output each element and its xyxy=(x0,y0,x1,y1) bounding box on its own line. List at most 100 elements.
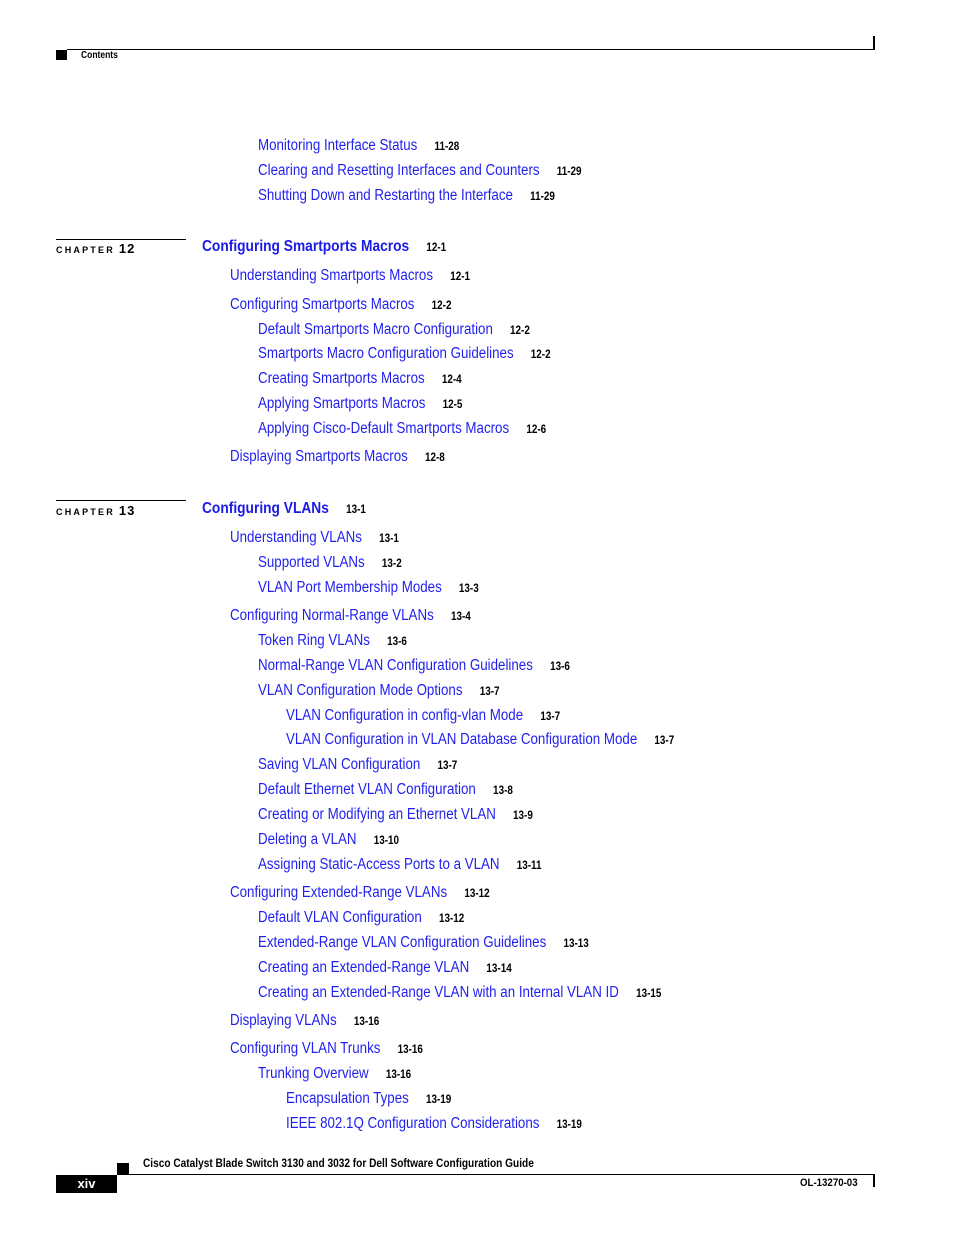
toc-entry[interactable]: VLAN Configuration Mode Options 13-7 xyxy=(258,682,500,701)
toc-entry-link[interactable]: IEEE 802.1Q Configuration Considerations xyxy=(286,1115,539,1132)
toc-entry-link[interactable]: Displaying Smartports Macros xyxy=(230,448,408,465)
footer-tick xyxy=(873,1175,875,1187)
footer-page-number: xiv xyxy=(56,1175,117,1193)
toc-entry-link[interactable]: Encapsulation Types xyxy=(286,1090,409,1107)
toc-entry[interactable]: Creating Smartports Macros 12-4 xyxy=(258,370,462,389)
toc-entry[interactable]: Understanding VLANs 13-1 xyxy=(230,529,399,548)
toc-entry[interactable]: Default VLAN Configuration 13-12 xyxy=(258,909,464,928)
toc-entry[interactable]: Applying Cisco-Default Smartports Macros… xyxy=(258,420,546,439)
toc-page-number: 12-8 xyxy=(424,452,445,464)
toc-page-number: 13-16 xyxy=(397,1044,423,1056)
toc-entry[interactable]: Extended-Range VLAN Configuration Guidel… xyxy=(258,934,589,953)
toc-entry-link[interactable]: Configuring Smartports Macros xyxy=(230,296,414,313)
toc-entry[interactable]: Displaying VLANs 13-16 xyxy=(230,1012,379,1031)
toc-entry[interactable]: Understanding Smartports Macros 12-1 xyxy=(230,267,470,286)
toc-page-number: 13-7 xyxy=(437,760,458,772)
toc-entry-link[interactable]: Displaying VLANs xyxy=(230,1012,337,1029)
toc-entry-link[interactable]: Creating or Modifying an Ethernet VLAN xyxy=(258,806,496,823)
toc-entry[interactable]: VLAN Configuration in VLAN Database Conf… xyxy=(286,731,674,750)
toc-page-number: 13-6 xyxy=(387,636,407,648)
toc-page-number: 12-2 xyxy=(431,300,452,312)
toc-page-number: 13-7 xyxy=(654,735,675,747)
chapter-title-link[interactable]: Configuring Smartports Macros xyxy=(202,238,409,255)
chapter-label: CHAPTER 13 xyxy=(56,503,135,518)
footer-rule xyxy=(117,1174,875,1175)
toc-entry-link[interactable]: Trunking Overview xyxy=(258,1065,369,1082)
toc-entry-link[interactable]: Configuring Normal-Range VLANs xyxy=(230,607,434,624)
toc-entry[interactable]: Creating an Extended-Range VLAN 13-14 xyxy=(258,959,512,978)
toc-entry[interactable]: Default Ethernet VLAN Configuration 13-8 xyxy=(258,781,513,800)
toc-entry-link[interactable]: Normal-Range VLAN Configuration Guidelin… xyxy=(258,657,533,674)
toc-page-number: 12-2 xyxy=(530,349,551,361)
toc-entry[interactable]: Creating or Modifying an Ethernet VLAN 13… xyxy=(258,806,533,825)
toc-entry[interactable]: Smartports Macro Configuration Guideline… xyxy=(258,345,551,364)
chapter-title-entry[interactable]: Configuring VLANs 13-1 xyxy=(202,500,366,519)
toc-entry[interactable]: Supported VLANs 13-2 xyxy=(258,554,402,573)
toc-page-number: 13-1 xyxy=(379,533,399,545)
toc-entry[interactable]: Configuring Smartports Macros 12-2 xyxy=(230,296,451,315)
toc-page-number: 12-2 xyxy=(510,325,530,337)
toc-entry[interactable]: Configuring VLAN Trunks 13-16 xyxy=(230,1040,423,1059)
toc-entry-link[interactable]: Applying Smartports Macros xyxy=(258,395,425,412)
toc-entry-link[interactable]: Saving VLAN Configuration xyxy=(258,756,420,773)
toc-entry-link[interactable]: Creating an Extended-Range VLAN with an … xyxy=(258,984,619,1001)
toc-entry[interactable]: Token Ring VLANs 13-6 xyxy=(258,632,407,651)
toc-entry-link[interactable]: VLAN Configuration in config-vlan Mode xyxy=(286,707,523,724)
toc-entry[interactable]: Shutting Down and Restarting the Interfa… xyxy=(258,187,555,206)
toc-entry-link[interactable]: Configuring VLAN Trunks xyxy=(230,1040,380,1057)
toc-entry[interactable]: Deleting a VLAN 13-10 xyxy=(258,831,399,850)
toc-entry-link[interactable]: Deleting a VLAN xyxy=(258,831,357,848)
toc-entry[interactable]: Trunking Overview 13-16 xyxy=(258,1065,411,1084)
toc-page-number: 13-10 xyxy=(373,835,400,847)
toc-entry[interactable]: Assigning Static-Access Ports to a VLAN 1… xyxy=(258,856,541,875)
toc-entry[interactable]: VLAN Port Membership Modes 13-3 xyxy=(258,579,479,598)
toc-page-number: 13-19 xyxy=(425,1094,452,1106)
toc-entry-link[interactable]: Smartports Macro Configuration Guideline… xyxy=(258,345,514,362)
toc-entry-link[interactable]: Clearing and Resetting Interfaces and Co… xyxy=(258,162,540,179)
toc-entry-link[interactable]: VLAN Configuration in VLAN Database Conf… xyxy=(286,731,637,748)
toc-entry[interactable]: Monitoring Interface Status 11-28 xyxy=(258,137,459,156)
toc-entry-link[interactable]: Assigning Static-Access Ports to a VLAN xyxy=(258,856,500,873)
footer-marker xyxy=(117,1163,129,1174)
toc-entry-link[interactable]: Configuring Extended-Range VLANs xyxy=(230,884,447,901)
toc-entry-link[interactable]: Monitoring Interface Status xyxy=(258,137,417,154)
toc-entry-link[interactable]: Understanding VLANs xyxy=(230,529,362,546)
toc-entry[interactable]: Default Smartports Macro Configuration 12… xyxy=(258,321,530,340)
toc-entry-link[interactable]: Creating Smartports Macros xyxy=(258,370,425,387)
toc-page-number: 13-16 xyxy=(385,1069,412,1081)
chapter-number: 13 xyxy=(118,503,136,518)
chapter-title-link[interactable]: Configuring VLANs xyxy=(202,500,329,517)
chapter-title-entry[interactable]: Configuring Smartports Macros 12-1 xyxy=(202,238,446,257)
toc-page-number: 12-1 xyxy=(426,242,447,254)
toc-page-number: 13-19 xyxy=(556,1119,582,1131)
toc-entry[interactable]: Encapsulation Types 13-19 xyxy=(286,1090,451,1109)
toc-entry[interactable]: Normal-Range VLAN Configuration Guidelin… xyxy=(258,657,570,676)
toc-entry-link[interactable]: Supported VLANs xyxy=(258,554,365,571)
toc-page-number: 12-4 xyxy=(441,374,462,386)
toc-entry[interactable]: Configuring Extended-Range VLANs 13-12 xyxy=(230,884,490,903)
toc-page-number: 11-28 xyxy=(434,141,460,153)
toc-entry-link[interactable]: Understanding Smartports Macros xyxy=(230,267,433,284)
toc-entry-link[interactable]: Token Ring VLANs xyxy=(258,632,370,649)
toc-page-number: 13-6 xyxy=(550,661,570,673)
toc-entry[interactable]: Displaying Smartports Macros 12-8 xyxy=(230,448,445,467)
toc-entry[interactable]: Creating an Extended-Range VLAN with an … xyxy=(258,984,661,1003)
toc-entry-link[interactable]: VLAN Configuration Mode Options xyxy=(258,682,463,699)
toc-entry-link[interactable]: Default Smartports Macro Configuration xyxy=(258,321,493,338)
toc-entry[interactable]: Saving VLAN Configuration 13-7 xyxy=(258,756,457,775)
toc-entry-link[interactable]: Default Ethernet VLAN Configuration xyxy=(258,781,476,798)
toc-entry[interactable]: IEEE 802.1Q Configuration Considerations… xyxy=(286,1115,582,1134)
toc-entry-link[interactable]: VLAN Port Membership Modes xyxy=(258,579,442,596)
toc-entry[interactable]: Applying Smartports Macros 12-5 xyxy=(258,395,462,414)
toc-entry-link[interactable]: Shutting Down and Restarting the Interfa… xyxy=(258,187,513,204)
toc-entry[interactable]: Configuring Normal-Range VLANs 13-4 xyxy=(230,607,471,626)
toc-entry[interactable]: VLAN Configuration in config-vlan Mode 13… xyxy=(286,707,560,726)
toc-entry-link[interactable]: Creating an Extended-Range VLAN xyxy=(258,959,469,976)
toc-entry[interactable]: Clearing and Resetting Interfaces and Co… xyxy=(258,162,582,181)
toc-page-number: 13-8 xyxy=(493,785,513,797)
toc-entry-link[interactable]: Applying Cisco-Default Smartports Macros xyxy=(258,420,509,437)
toc-entry-link[interactable]: Extended-Range VLAN Configuration Guidel… xyxy=(258,934,546,951)
toc-page-number: 13-13 xyxy=(563,938,589,950)
toc-page-number: 13-12 xyxy=(464,888,490,900)
toc-entry-link[interactable]: Default VLAN Configuration xyxy=(258,909,422,926)
